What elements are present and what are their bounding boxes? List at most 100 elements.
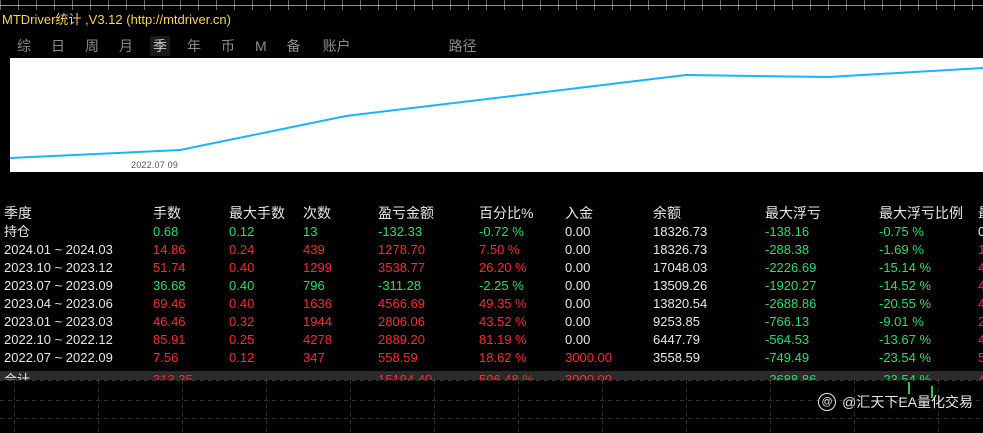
row-cell: 0.25 — [229, 332, 255, 347]
tab-account[interactable]: 账户 — [318, 36, 356, 56]
row-cell: 36.68 — [153, 278, 186, 293]
row-cell: 0.24 — [229, 242, 255, 257]
watermark-text: @汇天下EA量化交易 — [842, 394, 973, 410]
equity-line — [10, 67, 983, 159]
row-cell: 4566.69 — [378, 296, 425, 311]
row-cell: -1.69 % — [879, 242, 924, 257]
row-cell: 69.46 — [153, 296, 186, 311]
row-cell: 18.62 % — [479, 350, 527, 365]
header-lots: 手数 — [153, 205, 181, 221]
row-cell-truncated: 2 — [978, 314, 983, 329]
row-cell: -749.49 — [765, 350, 810, 365]
row-cell: 0.00 — [565, 242, 591, 257]
row-cell: -0.72 % — [479, 224, 524, 239]
row-cell: -20.55 % — [879, 296, 932, 311]
row-cell-truncated: 0 — [978, 224, 983, 239]
row-label: 2024.01 ~ 2024.03 — [4, 242, 113, 257]
row-cell: 51.74 — [153, 260, 186, 275]
row-cell: 0.12 — [229, 350, 255, 365]
row-cell: 43.52 % — [479, 314, 527, 329]
bottom-grid-vline — [518, 380, 519, 433]
table-row: 2023.10 ~ 2023.12 51.74 0.40 1299 3538.7… — [0, 259, 983, 277]
row-cell: -9.01 % — [879, 314, 924, 329]
header-max-drawdown-ratio: 最大浮亏比例 — [879, 205, 963, 221]
tab-year[interactable]: 年 — [184, 36, 204, 56]
row-label: 2022.10 ~ 2022.12 — [4, 332, 113, 347]
row-cell: 46.46 — [153, 314, 186, 329]
row-cell: 1636 — [303, 296, 332, 311]
row-label: 2022.07 ~ 2022.09 — [4, 350, 113, 365]
row-cell: 0.68 — [153, 224, 179, 239]
bottom-grid-vline — [602, 380, 603, 433]
row-cell: 85.91 — [153, 332, 186, 347]
bottom-grid-vline — [350, 380, 351, 433]
row-cell: -138.16 — [765, 224, 810, 239]
row-cell: 3558.59 — [653, 350, 700, 365]
row-cell: -14.52 % — [879, 278, 932, 293]
tabs-spacer — [370, 36, 430, 56]
row-cell: 0.00 — [565, 314, 591, 329]
header-pnl: 盈亏金额 — [378, 205, 434, 221]
row-cell-truncated: 1 — [978, 242, 983, 257]
row-label: 2023.07 ~ 2023.09 — [4, 278, 113, 293]
tab-notes[interactable]: 备 — [284, 36, 304, 56]
header-quarter: 季度 — [4, 205, 32, 221]
row-cell-truncated: 5 — [978, 350, 983, 365]
tab-overview[interactable]: 综 — [14, 36, 34, 56]
bottom-grid-vline — [182, 380, 183, 433]
row-cell: -2226.69 — [765, 260, 817, 275]
row-cell: 0.40 — [229, 260, 255, 275]
table-row: 2023.07 ~ 2023.09 36.68 0.40 796 -311.28… — [0, 277, 983, 295]
chart-date-label: 2022.07 09 — [131, 160, 179, 170]
row-label: 2023.04 ~ 2023.06 — [4, 296, 113, 311]
tab-quarter[interactable]: 季 — [150, 36, 170, 56]
header-balance: 余额 — [653, 205, 681, 221]
bottom-grid-vline — [686, 380, 687, 433]
tab-currency[interactable]: 币 — [218, 36, 238, 56]
tab-m[interactable]: M — [252, 36, 270, 56]
row-cell: 0.00 — [565, 296, 591, 311]
row-cell: 347 — [303, 350, 325, 365]
row-cell: 17048.03 — [653, 260, 708, 275]
bottom-grid-line — [0, 380, 983, 381]
tab-month[interactable]: 月 — [116, 36, 136, 56]
bottom-grid-vline — [266, 380, 267, 433]
header-max-drawdown: 最大浮亏 — [765, 205, 821, 221]
row-cell: -1920.27 — [765, 278, 817, 293]
quarter-stats-table: 季度 手数 最大手数 次数 盈亏金额 百分比% 入金 余额 最大浮亏 最大浮亏比… — [0, 203, 983, 389]
row-cell: 439 — [303, 242, 325, 257]
tab-day[interactable]: 日 — [48, 36, 68, 56]
row-cell: 0.00 — [565, 260, 591, 275]
row-cell: 0.00 — [565, 278, 591, 293]
row-cell: 18326.73 — [653, 242, 708, 257]
row-cell: 14.86 — [153, 242, 186, 257]
tab-path[interactable]: 路径 — [444, 36, 482, 56]
row-cell-truncated: 4 — [978, 260, 983, 275]
row-cell: -311.28 — [378, 278, 422, 293]
row-cell: -13.67 % — [879, 332, 932, 347]
equity-chart-svg — [10, 67, 983, 159]
bottom-grid-vline — [770, 380, 771, 433]
row-cell: 18326.73 — [653, 224, 708, 239]
tab-week[interactable]: 周 — [82, 36, 102, 56]
row-cell: 7.50 % — [479, 242, 520, 257]
row-cell: -2688.86 — [765, 296, 817, 311]
row-cell: 13509.26 — [653, 278, 708, 293]
row-cell: 9253.85 — [653, 314, 700, 329]
row-cell: -23.54 % — [879, 350, 932, 365]
row-cell: 2806.06 — [378, 314, 425, 329]
row-cell: -564.53 — [765, 332, 810, 347]
bottom-grid-vline — [14, 380, 15, 433]
table-row: 2022.07 ~ 2022.09 7.56 0.12 347 558.59 1… — [0, 349, 983, 367]
row-cell: 1278.70 — [378, 242, 425, 257]
table-row: 2023.01 ~ 2023.03 46.46 0.32 1944 2806.0… — [0, 313, 983, 331]
row-cell: 0.32 — [229, 314, 255, 329]
table-row: 持仓 0.68 0.12 13 -132.33 -0.72 % 0.00 183… — [0, 223, 983, 241]
bottom-grid-line — [0, 418, 983, 419]
bottom-grid-vline — [434, 380, 435, 433]
row-cell: 0.00 — [565, 332, 591, 347]
row-cell: 81.19 % — [479, 332, 527, 347]
row-cell: 0.40 — [229, 296, 255, 311]
bottom-grid-vline — [98, 380, 99, 433]
row-cell: 1944 — [303, 314, 332, 329]
